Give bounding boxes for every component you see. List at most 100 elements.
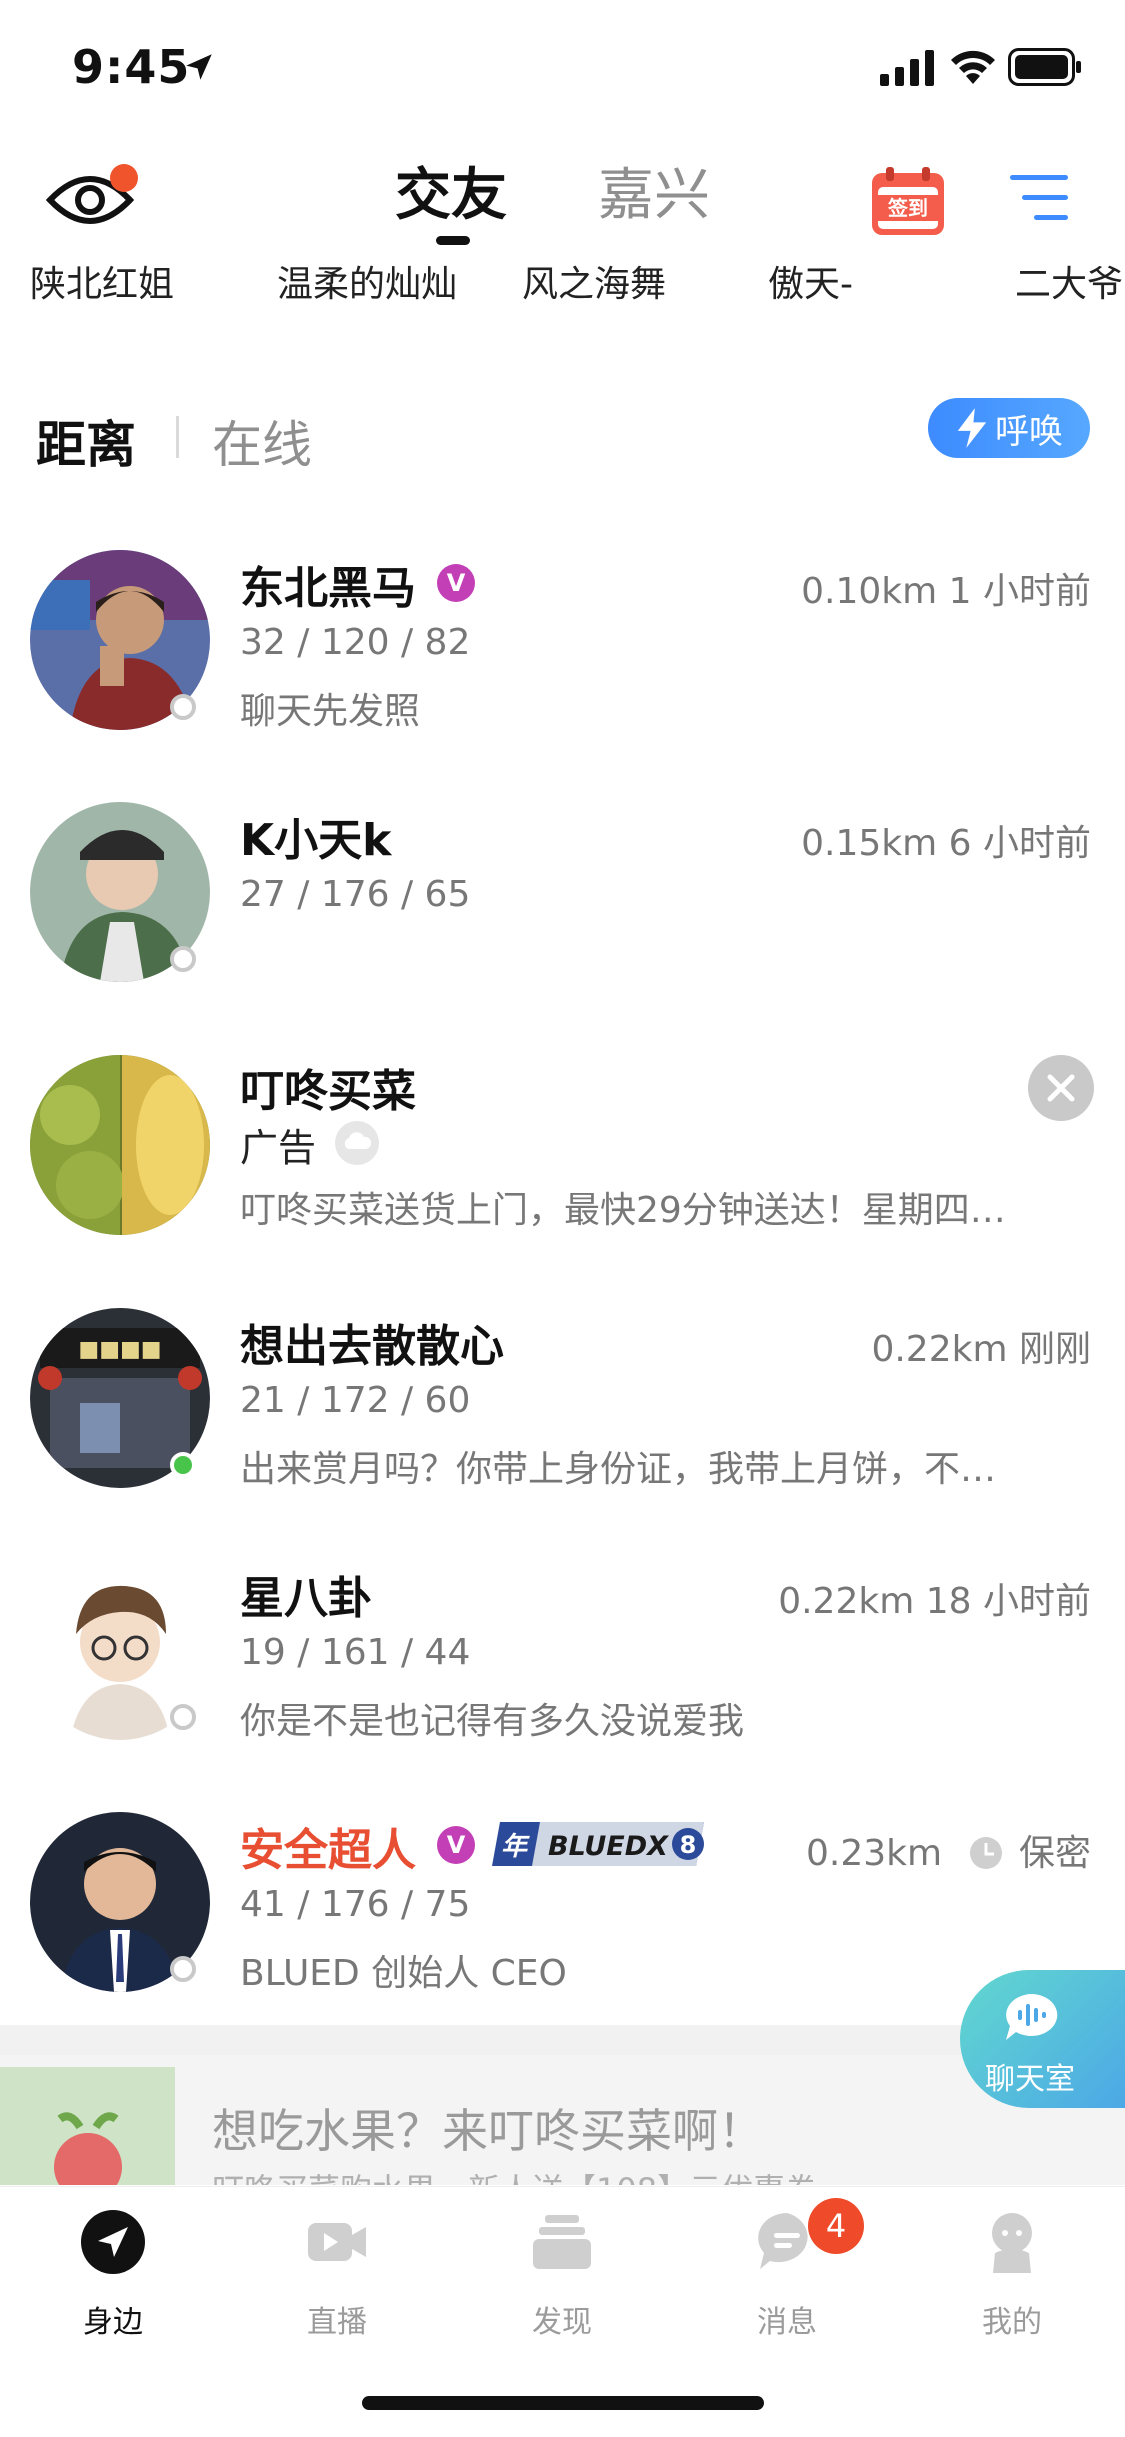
promo-title: 想吃水果？来叮咚买菜啊！ [212,2104,764,2158]
last-active: 刚刚 [1018,1329,1091,1370]
profile-icon [992,2213,1032,2273]
summon-button[interactable]: 呼唤 [928,398,1090,458]
lightning-icon [957,408,987,448]
user-bio: 聊天先发照 [240,691,421,732]
tag-level: 8 [680,1831,697,1859]
distance: 0.22km [778,1581,915,1622]
online-status-dot [170,694,196,720]
user-stats: 27 / 176 / 65 [240,874,471,915]
user-name[interactable]: 东北黑马 [240,552,416,616]
promo-banner[interactable]: 想吃水果？来叮咚买菜啊！ 叮咚买菜购水果，新人送【108】元优惠券 [0,2055,1125,2185]
filter-distance[interactable]: 距离 [36,405,136,477]
tab-discover[interactable]: 发现 [487,2209,637,2341]
chatroom-label: 聊天室 [985,2062,1075,2097]
filter-online[interactable]: 在线 [212,405,312,477]
ad-item[interactable]: 叮咚买菜 广告 叮咚买菜送货上门，最快29分钟送达！星期四… [0,1055,1125,1245]
distance: 0.15km [801,823,938,864]
last-active: 18 小时前 [925,1581,1091,1622]
ad-avatar[interactable] [30,1055,210,1235]
checkin-calendar-icon[interactable]: 签到 [870,165,946,237]
verified-badge: V [437,564,475,602]
list-item[interactable]: 东北黑马 V 0.10km 1 小时前 32 / 120 / 82 聊天先发照 [0,548,1125,738]
story-item[interactable]: 傲天- [768,255,853,307]
chatroom-button[interactable]: 聊天室 [960,1970,1125,2108]
tab-label: 消息 [757,2305,817,2340]
distance-time: 0.10km 1 小时前 [801,562,1091,614]
last-active: 保密 [1018,1833,1091,1874]
last-active: 6 小时前 [948,823,1091,864]
story-item[interactable]: 陕北红姐 [30,255,174,307]
summon-label: 呼唤 [995,411,1063,452]
list-item[interactable]: K小天k 0.15km 6 小时前 27 / 176 / 65 [0,800,1125,990]
bluedx-member-tag: 年 BLUEDX 8 [492,1822,704,1866]
tab-jiaxing[interactable]: 嘉兴 [598,150,710,231]
user-name[interactable]: 安全超人 [240,1814,416,1878]
ad-name[interactable]: 叮咚买菜 [240,1055,416,1119]
story-names-row: 陕北红姐 温柔的灿灿 风之海舞 傲天- 二大爷 [0,255,1125,315]
online-status-dot [170,946,196,972]
online-status-dot [170,1704,196,1730]
filter-divider [176,416,179,458]
distance-time: 0.22km 刚刚 [871,1320,1091,1372]
ad-text: 叮咚买菜送货上门，最快29分钟送达！星期四… [240,1190,1006,1231]
list-item[interactable]: 安全超人 V 年 BLUEDX 8 0.23km 保密 41 / 176 / 7… [0,1810,1125,2000]
cellular-signal-icon [880,50,934,86]
location-arrow-icon [81,2210,145,2274]
user-name[interactable]: 想出去散散心 [240,1310,504,1374]
clock-icon [969,1837,1002,1869]
notification-dot [110,164,138,192]
chat-voice-icon [1006,1993,1058,2040]
online-status-dot [170,1956,196,1982]
user-stats: 21 / 172 / 60 [240,1380,471,1421]
user-name[interactable]: 星八卦 [240,1562,372,1626]
user-bio: 你是不是也记得有多久没说爱我 [240,1701,745,1742]
tab-me[interactable]: 我的 [937,2209,1087,2341]
distance: 0.23km [806,1833,943,1874]
verified-badge: V [437,1826,475,1864]
location-arrow-icon [186,54,212,80]
tab-label: 身边 [83,2305,143,2340]
distance-time: 0.22km 18 小时前 [778,1572,1091,1624]
story-item[interactable]: 温柔的灿灿 [277,255,457,307]
user-stats: 32 / 120 / 82 [240,622,471,663]
story-item[interactable]: 二大爷 [1015,255,1123,307]
checkin-label: 签到 [887,196,928,220]
tab-live[interactable]: 直播 [262,2209,412,2341]
distance-time: 0.23km 保密 [806,1824,1091,1876]
ad-label: 广告 [240,1126,317,1170]
section-divider [0,2025,1125,2055]
user-stats: 41 / 176 / 75 [240,1884,471,1925]
user-name[interactable]: K小天k [240,804,391,868]
promo-subtitle: 叮咚买菜购水果，新人送【108】元优惠券 [212,2165,817,2185]
list-item[interactable]: 星八卦 0.22km 18 小时前 19 / 161 / 44 你是不是也记得有… [0,1558,1125,1748]
battery-icon [1008,48,1081,86]
last-active: 1 小时前 [948,571,1091,612]
list-item[interactable]: ■■■■ 想出去散散心 0.22km 刚刚 21 / 172 / 60 出来赏月… [0,1306,1125,1496]
message-count-badge: 4 [808,2198,864,2254]
status-time: 9:45 [72,40,191,94]
svg-text:■■■■: ■■■■ [78,1337,161,1362]
tag-year: 年 [501,1832,530,1862]
close-ad-button[interactable] [1028,1055,1094,1121]
wifi-icon [951,50,995,84]
user-bio: BLUED 创始人 CEO [240,1953,567,1994]
tab-jiaoyou[interactable]: 交友 [395,150,507,231]
home-indicator[interactable] [362,2396,764,2410]
discover-stack-icon [533,2215,591,2269]
promo-image [0,2067,175,2185]
online-status-dot [170,1452,196,1478]
tab-nearby[interactable]: 身边 [38,2209,188,2341]
distance: 0.22km [871,1329,1008,1370]
filter-menu-icon[interactable] [1010,173,1072,223]
video-camera-icon [308,2223,366,2261]
story-item[interactable]: 风之海舞 [522,255,666,307]
status-bar: 9:45 [0,0,1125,130]
tag-brand: BLUEDX [548,1831,669,1862]
active-tab-indicator [436,236,470,245]
cloud-icon [335,1121,379,1165]
tab-label: 发现 [532,2305,592,2340]
distance-time: 0.15km 6 小时前 [801,814,1091,866]
user-stats: 19 / 161 / 44 [240,1632,471,1673]
close-icon [1047,1074,1075,1102]
distance: 0.10km [801,571,938,612]
